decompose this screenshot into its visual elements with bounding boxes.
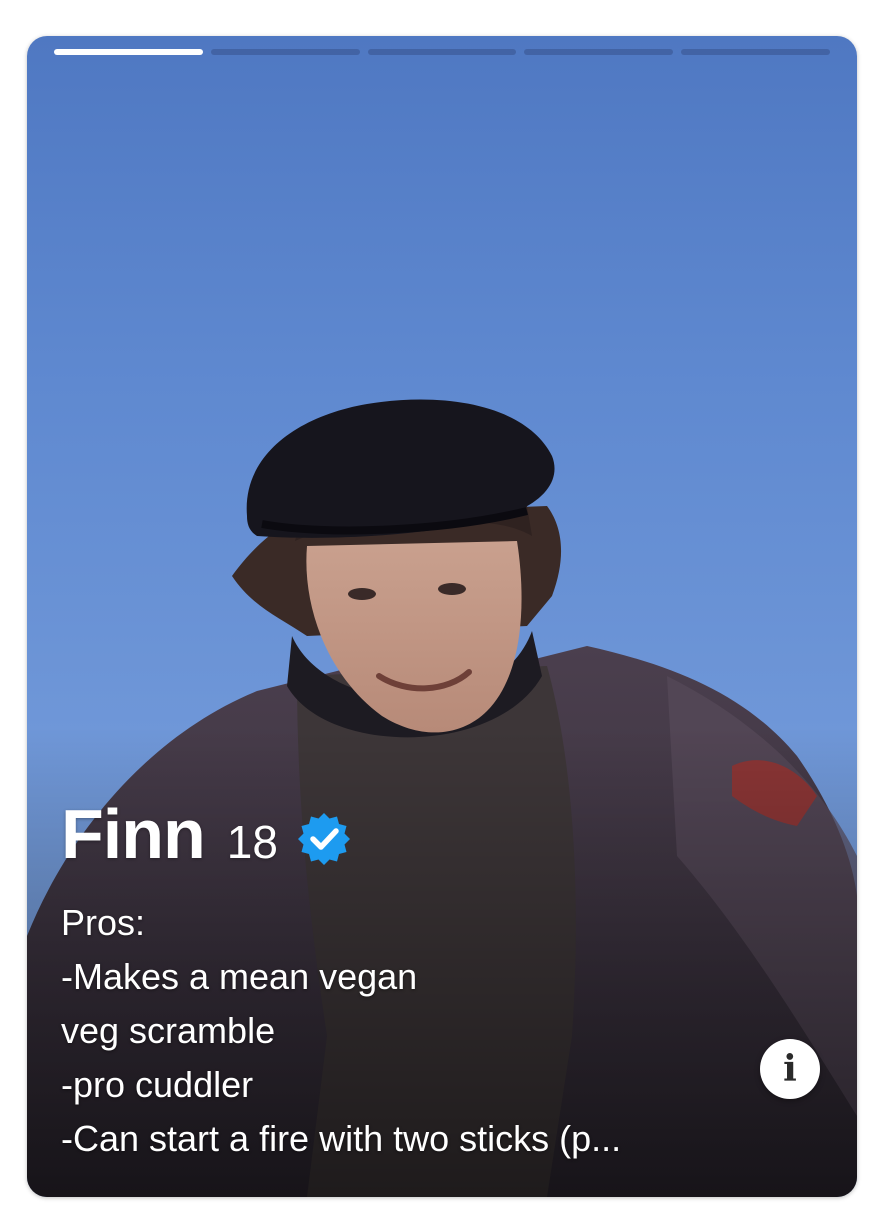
bio-line: -Can start a fire with two sticks (p... bbox=[61, 1118, 622, 1159]
bio-line: Pros: bbox=[61, 902, 146, 943]
name-row: Finn 18 bbox=[61, 794, 761, 874]
bio-line: -Makes a mean vegan bbox=[61, 956, 418, 997]
profile-bio: Pros: -Makes a mean vegan veg scramble -… bbox=[61, 896, 761, 1166]
profile-card[interactable]: Finn 18 Pros: -Makes a mean vegan veg sc… bbox=[27, 36, 857, 1197]
profile-info-button[interactable]: i bbox=[760, 1039, 820, 1099]
profile-age: 18 bbox=[226, 816, 278, 868]
photo-progress-bar[interactable] bbox=[54, 49, 830, 55]
photo-progress-segment[interactable] bbox=[367, 49, 517, 55]
bio-line: -pro cuddler bbox=[61, 1064, 254, 1105]
photo-progress-segment[interactable] bbox=[210, 49, 360, 55]
profile-name: Finn bbox=[61, 795, 206, 873]
photo-progress-segment[interactable] bbox=[54, 49, 203, 55]
photo-progress-segment[interactable] bbox=[681, 49, 830, 55]
profile-info: Finn 18 Pros: -Makes a mean vegan veg sc… bbox=[61, 794, 761, 1166]
bio-line: veg scramble bbox=[61, 1010, 276, 1051]
info-icon: i bbox=[783, 1048, 797, 1090]
verified-badge-icon bbox=[297, 813, 350, 865]
photo-progress-segment[interactable] bbox=[524, 49, 674, 55]
